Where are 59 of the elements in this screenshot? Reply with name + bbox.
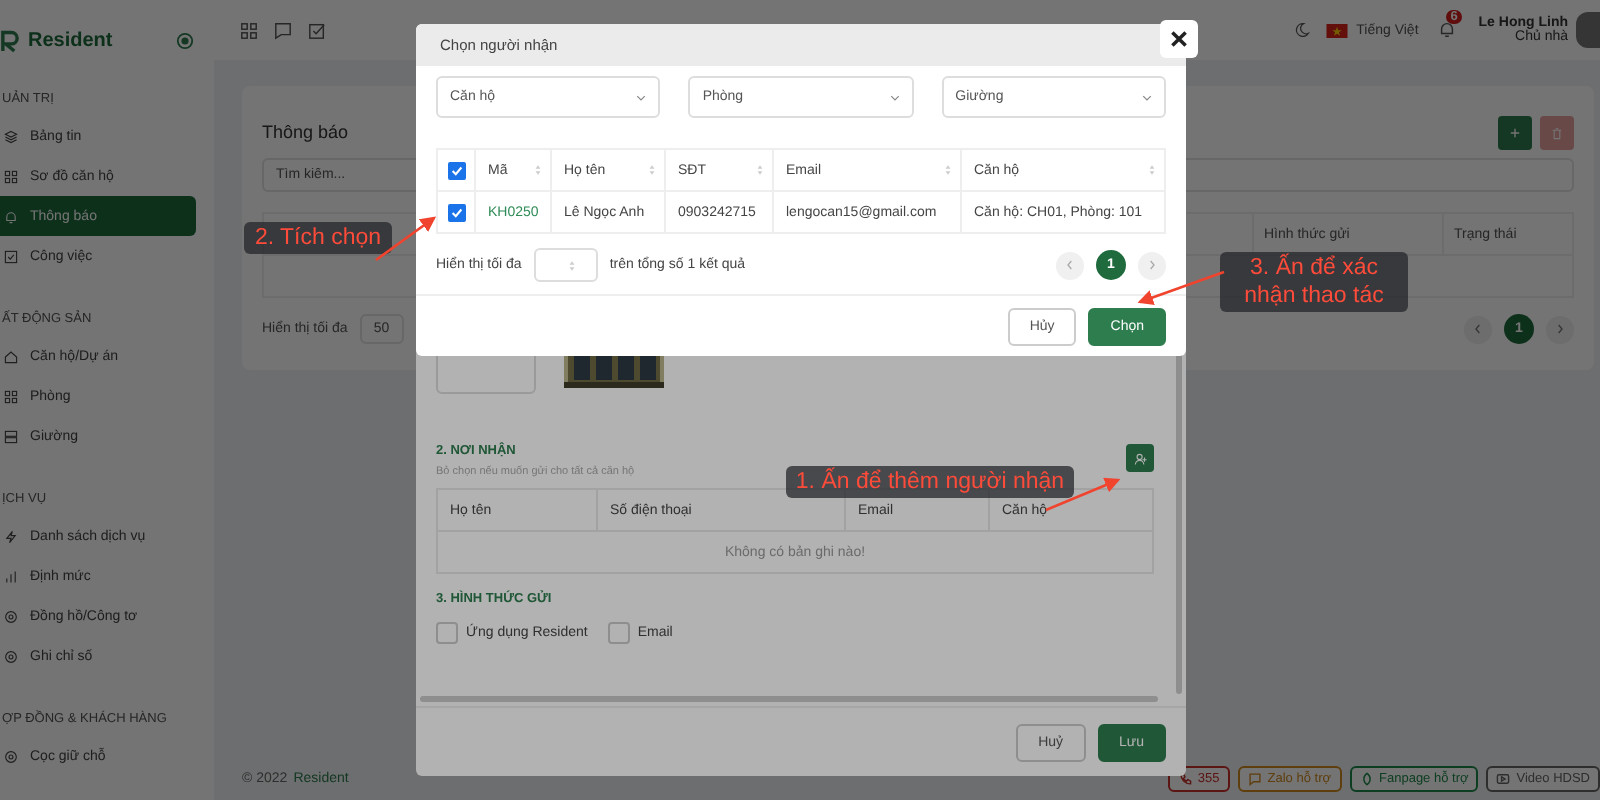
- grid-icon[interactable]: [240, 21, 258, 39]
- caret-icon: [889, 93, 900, 101]
- row-checkbox[interactable]: [447, 203, 465, 221]
- add-person-icon: [1133, 451, 1147, 465]
- bar-chart-icon: [4, 569, 18, 583]
- annotation-text: 2. Tích chọn: [244, 222, 392, 254]
- select-all-checkbox[interactable]: [447, 161, 465, 179]
- bell-icon[interactable]: [1438, 20, 1457, 38]
- add-recipient-button[interactable]: [1126, 444, 1154, 472]
- close-icon: [1168, 28, 1190, 50]
- brand-name: Resident: [28, 29, 115, 51]
- annotation-arrow: [1137, 270, 1225, 305]
- stack-icon: [4, 429, 18, 443]
- chevron-left-icon: [1066, 258, 1074, 272]
- checkbox-icon[interactable]: [308, 21, 326, 39]
- bell-icon: [4, 209, 18, 223]
- chat-icon[interactable]: [274, 21, 292, 39]
- next-page-button[interactable]: [1138, 251, 1166, 279]
- chat-icon: [1247, 771, 1262, 785]
- checkbox[interactable]: [436, 622, 458, 644]
- previous-page-button[interactable]: [1056, 251, 1084, 279]
- house-icon: [4, 349, 18, 363]
- add-button[interactable]: [1498, 115, 1532, 149]
- sort-icon[interactable]: [756, 164, 764, 176]
- coin-icon: [4, 749, 18, 763]
- next-page-button[interactable]: [1546, 315, 1574, 343]
- close-button[interactable]: [1160, 20, 1198, 58]
- checkbox-icon: [4, 249, 18, 263]
- page-size-field[interactable]: [533, 248, 598, 282]
- annotation-text: 1. Ấn để thêm người nhận: [786, 466, 1074, 498]
- logo-icon: [0, 27, 20, 53]
- caret-icon: [636, 93, 647, 101]
- delete-button[interactable]: [1540, 115, 1574, 149]
- sort-icon[interactable]: [648, 164, 656, 176]
- scrollbar[interactable]: [420, 696, 1158, 702]
- previous-page-button[interactable]: [1464, 315, 1492, 343]
- sort-icon[interactable]: [534, 164, 542, 176]
- chevron-right-icon: [1556, 322, 1564, 336]
- chevron-left-icon: [1474, 322, 1482, 336]
- leaf-icon: [1359, 771, 1374, 785]
- trash-icon: [1550, 125, 1564, 139]
- spinner-icon[interactable]: [567, 259, 576, 271]
- annotation-text: 3. Ấn để xác nhận thao tác: [1220, 252, 1408, 312]
- collapse-icon[interactable]: [176, 31, 194, 49]
- grid-icon: [4, 389, 18, 403]
- chevron-right-icon: [1148, 258, 1156, 272]
- plus-icon: [1508, 125, 1522, 139]
- moon-icon[interactable]: [1294, 22, 1311, 38]
- flag-icon: [1326, 23, 1349, 37]
- play-icon: [1496, 771, 1511, 785]
- caret-icon: [1142, 93, 1152, 101]
- checkbox[interactable]: [607, 622, 630, 644]
- layers-icon: [4, 129, 18, 143]
- sort-icon[interactable]: [944, 164, 952, 176]
- avatar[interactable]: [1576, 12, 1600, 48]
- sort-icon[interactable]: [1148, 164, 1156, 176]
- bolt-icon: [4, 529, 18, 543]
- grid-icon: [4, 169, 18, 183]
- page-title: Thông báo: [262, 122, 349, 142]
